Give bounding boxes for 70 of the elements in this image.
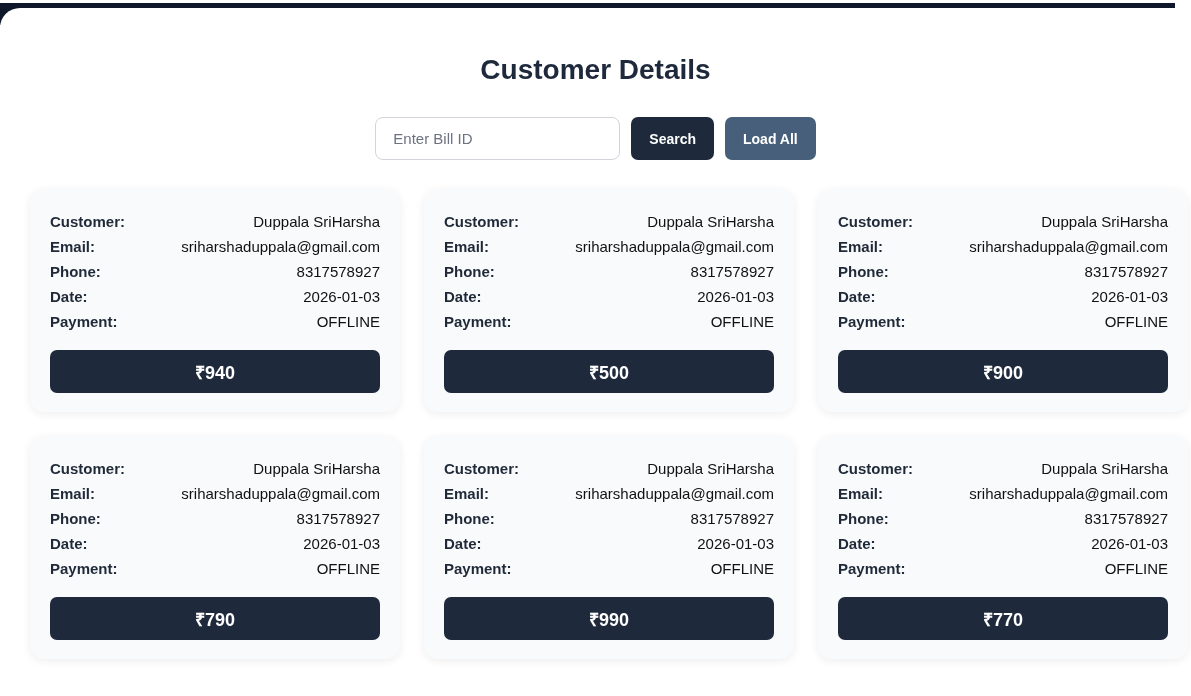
- field-value: OFFLINE: [710, 559, 774, 579]
- field-value: 8317578927: [1084, 262, 1168, 282]
- field-value: sriharshaduppala@gmail.com: [969, 237, 1168, 257]
- field-label: Date:: [50, 534, 88, 554]
- amount-banner: ₹990: [444, 597, 774, 640]
- field-value: 2026-01-03: [697, 287, 774, 307]
- field-label: Email:: [444, 484, 489, 504]
- field-label: Date:: [444, 534, 482, 554]
- field-label: Payment:: [444, 559, 512, 579]
- field-label: Payment:: [50, 312, 118, 332]
- field-label: Payment:: [838, 312, 906, 332]
- field-label: Customer:: [50, 212, 125, 232]
- field-label: Payment:: [444, 312, 512, 332]
- field-label: Date:: [50, 287, 88, 307]
- field-label: Phone:: [50, 509, 101, 529]
- load-all-button[interactable]: Load All: [725, 117, 816, 160]
- amount-banner: ₹770: [838, 597, 1168, 640]
- field-value: sriharshaduppala@gmail.com: [181, 237, 380, 257]
- field-label: Customer:: [444, 459, 519, 479]
- field-value: 2026-01-03: [697, 534, 774, 554]
- field-value: OFFLINE: [710, 312, 774, 332]
- field-label: Date:: [838, 287, 876, 307]
- field-value: sriharshaduppala@gmail.com: [969, 484, 1168, 504]
- field-value: 8317578927: [1084, 509, 1168, 529]
- field-value: 8317578927: [690, 509, 774, 529]
- field-label: Email:: [444, 237, 489, 257]
- field-value: 8317578927: [690, 262, 774, 282]
- field-label: Phone:: [838, 262, 889, 282]
- amount-banner: ₹790: [50, 597, 380, 640]
- field-label: Email:: [50, 484, 95, 504]
- bill-id-field[interactable]: Enter Bill ID: [375, 117, 621, 160]
- field-value: OFFLINE: [1104, 312, 1168, 332]
- field-value: 8317578927: [296, 509, 380, 529]
- field-label: Customer:: [838, 212, 913, 232]
- field-label: Date:: [444, 287, 482, 307]
- field-value: OFFLINE: [1104, 559, 1168, 579]
- field-value: sriharshaduppala@gmail.com: [575, 237, 774, 257]
- field-label: Date:: [838, 534, 876, 554]
- field-value: OFFLINE: [316, 559, 380, 579]
- field-label: Email:: [838, 484, 883, 504]
- field-value: 2026-01-03: [1091, 534, 1168, 554]
- field-value: Duppala SriHarsha: [253, 459, 380, 479]
- field-value: Duppala SriHarsha: [1041, 212, 1168, 232]
- field-label: Payment:: [838, 559, 906, 579]
- search-button[interactable]: Search: [631, 117, 714, 160]
- field-label: Email:: [838, 237, 883, 257]
- amount-banner: ₹900: [838, 350, 1168, 393]
- field-value: 8317578927: [296, 262, 380, 282]
- field-label: Phone:: [444, 509, 495, 529]
- field-value: sriharshaduppala@gmail.com: [575, 484, 774, 504]
- field-label: Customer:: [50, 459, 125, 479]
- field-value: 2026-01-03: [303, 534, 380, 554]
- field-label: Email:: [50, 237, 95, 257]
- field-value: Duppala SriHarsha: [647, 212, 774, 232]
- field-value: 2026-01-03: [303, 287, 380, 307]
- field-value: 2026-01-03: [1091, 287, 1168, 307]
- field-label: Phone:: [838, 509, 889, 529]
- field-value: OFFLINE: [316, 312, 380, 332]
- field-value: sriharshaduppala@gmail.com: [181, 484, 380, 504]
- amount-banner: ₹500: [444, 350, 774, 393]
- field-label: Customer:: [444, 212, 519, 232]
- page-title: Customer Details: [479, 54, 712, 86]
- field-value: Duppala SriHarsha: [253, 212, 380, 232]
- field-value: Duppala SriHarsha: [647, 459, 774, 479]
- field-label: Phone:: [444, 262, 495, 282]
- field-label: Payment:: [50, 559, 118, 579]
- amount-banner: ₹940: [50, 350, 380, 393]
- field-label: Phone:: [50, 262, 101, 282]
- field-label: Customer:: [838, 459, 913, 479]
- field-value: Duppala SriHarsha: [1041, 459, 1168, 479]
